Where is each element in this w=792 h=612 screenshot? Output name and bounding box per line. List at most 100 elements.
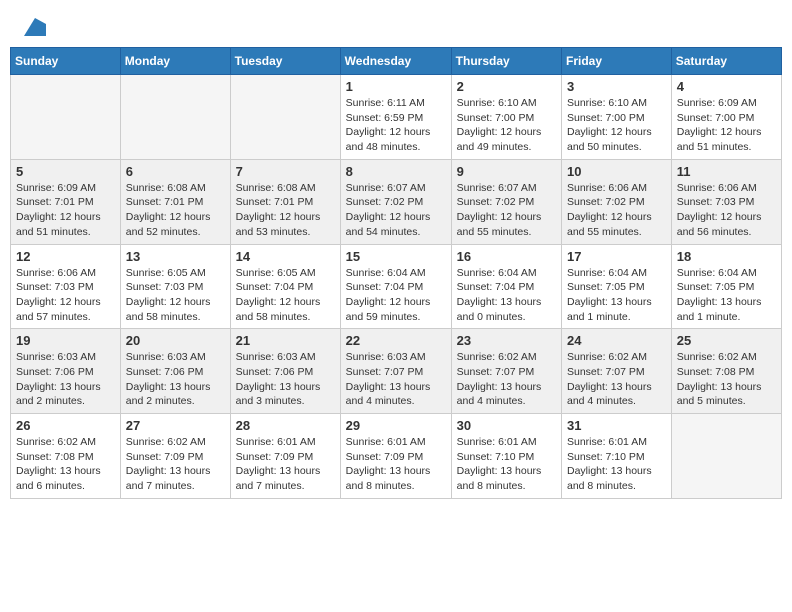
day-number: 5 xyxy=(16,164,115,179)
day-number: 27 xyxy=(126,418,225,433)
calendar-week-row: 19 Sunrise: 6:03 AMSunset: 7:06 PMDayligh… xyxy=(11,329,782,414)
day-info: Sunrise: 6:01 AMSunset: 7:09 PMDaylight:… xyxy=(236,435,335,494)
weekday-header: Friday xyxy=(562,48,672,75)
calendar-cell: 14Sunrise: 6:05 AMSunset: 7:04 PMDayligh… xyxy=(230,244,340,329)
calendar-cell: 11 Sunrise: 6:06 AMSunset: 7:03 PMDayligh… xyxy=(671,159,781,244)
day-number: 15 xyxy=(346,249,446,264)
day-number: 28 xyxy=(236,418,335,433)
day-info: Sunrise: 6:04 AMSunset: 7:04 PMDaylight:… xyxy=(346,266,446,325)
calendar-cell: 13 Sunrise: 6:05 AMSunset: 7:03 PMDayligh… xyxy=(120,244,230,329)
day-info: Sunrise: 6:07 AMSunset: 7:02 PMDaylight:… xyxy=(457,181,556,240)
day-info: Sunrise: 6:02 AMSunset: 7:08 PMDaylight:… xyxy=(16,435,115,494)
day-number: 7 xyxy=(236,164,335,179)
day-info: Sunrise: 6:03 AMSunset: 7:06 PMDaylight:… xyxy=(236,350,335,409)
day-number: 1 xyxy=(346,79,446,94)
calendar-cell: 24Sunrise: 6:02 AMSunset: 7:07 PMDayligh… xyxy=(562,329,672,414)
calendar-cell: 10 Sunrise: 6:06 AMSunset: 7:02 PMDayligh… xyxy=(562,159,672,244)
day-info: Sunrise: 6:08 AMSunset: 7:01 PMDaylight:… xyxy=(236,181,335,240)
calendar-cell: 18 Sunrise: 6:04 AMSunset: 7:05 PMDayligh… xyxy=(671,244,781,329)
calendar-cell: 7 Sunrise: 6:08 AMSunset: 7:01 PMDaylight… xyxy=(230,159,340,244)
calendar-cell: 28 Sunrise: 6:01 AMSunset: 7:09 PMDayligh… xyxy=(230,414,340,499)
calendar-cell: 26 Sunrise: 6:02 AMSunset: 7:08 PMDayligh… xyxy=(11,414,121,499)
day-info: Sunrise: 6:03 AMSunset: 7:07 PMDaylight:… xyxy=(346,350,446,409)
day-info: Sunrise: 6:04 AMSunset: 7:05 PMDaylight:… xyxy=(677,266,776,325)
logo-text xyxy=(22,18,46,41)
logo xyxy=(22,18,46,41)
calendar-cell xyxy=(230,75,340,160)
day-info: Sunrise: 6:01 AMSunset: 7:10 PMDaylight:… xyxy=(457,435,556,494)
day-info: Sunrise: 6:06 AMSunset: 7:03 PMDaylight:… xyxy=(16,266,115,325)
day-info: Sunrise: 6:07 AMSunset: 7:02 PMDaylight:… xyxy=(346,181,446,240)
day-info: Sunrise: 6:11 AMSunset: 6:59 PMDaylight:… xyxy=(346,96,446,155)
weekday-header: Sunday xyxy=(11,48,121,75)
day-info: Sunrise: 6:02 AMSunset: 7:07 PMDaylight:… xyxy=(457,350,556,409)
calendar-cell: 2 Sunrise: 6:10 AMSunset: 7:00 PMDaylight… xyxy=(451,75,561,160)
day-number: 10 xyxy=(567,164,666,179)
calendar-cell: 17 Sunrise: 6:04 AMSunset: 7:05 PMDayligh… xyxy=(562,244,672,329)
day-info: Sunrise: 6:04 AMSunset: 7:05 PMDaylight:… xyxy=(567,266,666,325)
calendar-cell: 19 Sunrise: 6:03 AMSunset: 7:06 PMDayligh… xyxy=(11,329,121,414)
day-info: Sunrise: 6:06 AMSunset: 7:02 PMDaylight:… xyxy=(567,181,666,240)
day-number: 14 xyxy=(236,249,335,264)
calendar-cell: 22 Sunrise: 6:03 AMSunset: 7:07 PMDayligh… xyxy=(340,329,451,414)
day-number: 24 xyxy=(567,333,666,348)
weekday-header: Saturday xyxy=(671,48,781,75)
day-info: Sunrise: 6:02 AMSunset: 7:09 PMDaylight:… xyxy=(126,435,225,494)
day-number: 25 xyxy=(677,333,776,348)
calendar-week-row: 12 Sunrise: 6:06 AMSunset: 7:03 PMDayligh… xyxy=(11,244,782,329)
day-number: 18 xyxy=(677,249,776,264)
day-number: 30 xyxy=(457,418,556,433)
weekday-header: Wednesday xyxy=(340,48,451,75)
day-info: Sunrise: 6:10 AMSunset: 7:00 PMDaylight:… xyxy=(567,96,666,155)
day-info: Sunrise: 6:08 AMSunset: 7:01 PMDaylight:… xyxy=(126,181,225,240)
day-number: 8 xyxy=(346,164,446,179)
calendar-cell xyxy=(11,75,121,160)
calendar-table: SundayMondayTuesdayWednesdayThursdayFrid… xyxy=(10,47,782,499)
day-number: 29 xyxy=(346,418,446,433)
calendar-cell xyxy=(120,75,230,160)
day-number: 20 xyxy=(126,333,225,348)
calendar-cell: 5 Sunrise: 6:09 AMSunset: 7:01 PMDaylight… xyxy=(11,159,121,244)
calendar-cell: 31 Sunrise: 6:01 AMSunset: 7:10 PMDayligh… xyxy=(562,414,672,499)
day-info: Sunrise: 6:03 AMSunset: 7:06 PMDaylight:… xyxy=(16,350,115,409)
calendar-cell: 1 Sunrise: 6:11 AMSunset: 6:59 PMDaylight… xyxy=(340,75,451,160)
calendar-cell: 9 Sunrise: 6:07 AMSunset: 7:02 PMDaylight… xyxy=(451,159,561,244)
calendar-cell: 23Sunrise: 6:02 AMSunset: 7:07 PMDayligh… xyxy=(451,329,561,414)
day-number: 17 xyxy=(567,249,666,264)
day-info: Sunrise: 6:03 AMSunset: 7:06 PMDaylight:… xyxy=(126,350,225,409)
calendar-cell: 8 Sunrise: 6:07 AMSunset: 7:02 PMDaylight… xyxy=(340,159,451,244)
calendar-week-row: 1 Sunrise: 6:11 AMSunset: 6:59 PMDaylight… xyxy=(11,75,782,160)
day-number: 9 xyxy=(457,164,556,179)
day-info: Sunrise: 6:10 AMSunset: 7:00 PMDaylight:… xyxy=(457,96,556,155)
day-number: 31 xyxy=(567,418,666,433)
day-number: 26 xyxy=(16,418,115,433)
calendar-cell: 15 Sunrise: 6:04 AMSunset: 7:04 PMDayligh… xyxy=(340,244,451,329)
day-info: Sunrise: 6:01 AMSunset: 7:09 PMDaylight:… xyxy=(346,435,446,494)
calendar-cell: 20 Sunrise: 6:03 AMSunset: 7:06 PMDayligh… xyxy=(120,329,230,414)
day-info: Sunrise: 6:05 AMSunset: 7:03 PMDaylight:… xyxy=(126,266,225,325)
day-info: Sunrise: 6:09 AMSunset: 7:01 PMDaylight:… xyxy=(16,181,115,240)
weekday-header: Monday xyxy=(120,48,230,75)
calendar-cell: 4Sunrise: 6:09 AMSunset: 7:00 PMDaylight… xyxy=(671,75,781,160)
page-header xyxy=(10,10,782,47)
calendar-cell: 6Sunrise: 6:08 AMSunset: 7:01 PMDaylight… xyxy=(120,159,230,244)
day-number: 22 xyxy=(346,333,446,348)
day-info: Sunrise: 6:02 AMSunset: 7:08 PMDaylight:… xyxy=(677,350,776,409)
day-number: 12 xyxy=(16,249,115,264)
day-number: 2 xyxy=(457,79,556,94)
calendar-cell: 16Sunrise: 6:04 AMSunset: 7:04 PMDayligh… xyxy=(451,244,561,329)
calendar-header-row: SundayMondayTuesdayWednesdayThursdayFrid… xyxy=(11,48,782,75)
calendar-cell: 30 Sunrise: 6:01 AMSunset: 7:10 PMDayligh… xyxy=(451,414,561,499)
calendar-week-row: 5 Sunrise: 6:09 AMSunset: 7:01 PMDaylight… xyxy=(11,159,782,244)
day-number: 4 xyxy=(677,79,776,94)
calendar-week-row: 26 Sunrise: 6:02 AMSunset: 7:08 PMDayligh… xyxy=(11,414,782,499)
day-number: 11 xyxy=(677,164,776,179)
calendar-cell: 29 Sunrise: 6:01 AMSunset: 7:09 PMDayligh… xyxy=(340,414,451,499)
day-number: 13 xyxy=(126,249,225,264)
day-number: 19 xyxy=(16,333,115,348)
calendar-cell: 25 Sunrise: 6:02 AMSunset: 7:08 PMDayligh… xyxy=(671,329,781,414)
calendar-cell xyxy=(671,414,781,499)
weekday-header: Thursday xyxy=(451,48,561,75)
day-info: Sunrise: 6:01 AMSunset: 7:10 PMDaylight:… xyxy=(567,435,666,494)
day-info: Sunrise: 6:06 AMSunset: 7:03 PMDaylight:… xyxy=(677,181,776,240)
